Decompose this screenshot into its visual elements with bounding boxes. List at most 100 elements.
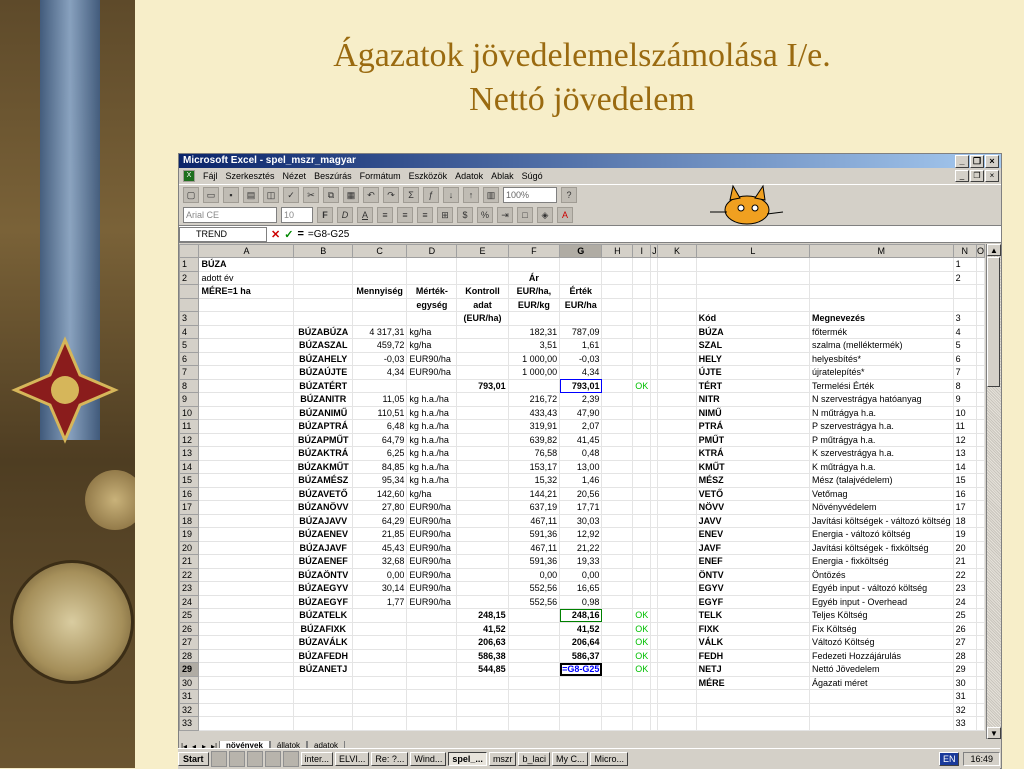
start-button[interactable]: Start xyxy=(178,752,209,766)
cell-i[interactable] xyxy=(632,325,652,339)
cell-o[interactable] xyxy=(976,554,986,569)
cell-e[interactable] xyxy=(456,352,509,366)
cell-b[interactable]: BÚZAKTRÁ xyxy=(293,446,353,461)
cell-h[interactable] xyxy=(601,608,634,623)
cell-i[interactable] xyxy=(632,595,652,609)
cell-e[interactable] xyxy=(456,338,509,353)
cell-d[interactable]: EUR90/ha xyxy=(406,581,458,596)
column-header-m[interactable]: M xyxy=(809,244,954,258)
cell-l[interactable]: BÚZA xyxy=(696,325,811,339)
cell-f[interactable]: 3,51 xyxy=(508,338,561,353)
cell-j[interactable] xyxy=(650,622,659,636)
menu-item-2[interactable]: Nézet xyxy=(283,171,307,181)
cell-k[interactable] xyxy=(657,311,697,326)
row-header[interactable]: 17 xyxy=(179,500,200,515)
cell-o[interactable] xyxy=(976,338,986,353)
cell-i[interactable] xyxy=(632,568,652,582)
cell-g[interactable]: 41,52 xyxy=(559,622,603,636)
cell-h[interactable] xyxy=(601,257,634,272)
row-header[interactable]: 2 xyxy=(179,270,200,285)
cell-c[interactable]: 21,85 xyxy=(352,527,408,542)
cell-e[interactable]: 248,15 xyxy=(456,608,509,623)
taskbar-button-8[interactable]: Micro... xyxy=(590,752,628,766)
cell-m[interactable]: N műtrágya h.a. xyxy=(809,406,954,420)
cell-j[interactable] xyxy=(650,311,659,326)
cell-m[interactable]: Egyéb input - változó költség xyxy=(809,581,954,596)
zoom-select[interactable]: 100% xyxy=(503,187,557,203)
taskbar-button-2[interactable]: Re: ?... xyxy=(371,752,409,766)
cell-j[interactable] xyxy=(650,487,659,501)
cell-l[interactable]: PTRÁ xyxy=(696,419,811,434)
cell-f[interactable]: 433,43 xyxy=(508,406,561,420)
cell-b[interactable] xyxy=(293,716,353,731)
cell-g[interactable] xyxy=(559,689,603,704)
cell-g[interactable]: 2,39 xyxy=(559,392,603,407)
cell-g[interactable]: 1,46 xyxy=(559,473,603,488)
row-header[interactable]: 5 xyxy=(179,338,200,353)
cell-d[interactable]: kg h.a./ha xyxy=(406,460,458,474)
name-box[interactable]: TREND xyxy=(179,226,267,242)
cell-i[interactable]: OK xyxy=(632,649,652,663)
function-icon[interactable]: ƒ xyxy=(423,187,439,203)
menu-item-0[interactable]: Fájl xyxy=(203,171,218,181)
column-header-h[interactable]: H xyxy=(601,244,634,258)
cell-c[interactable]: 110,51 xyxy=(352,406,408,420)
cell-h[interactable] xyxy=(601,554,634,569)
cell-b[interactable]: BÚZANETJ xyxy=(293,662,353,677)
cell-h[interactable] xyxy=(601,298,634,312)
cell-d[interactable]: egység xyxy=(406,298,458,312)
cell-n[interactable]: 24 xyxy=(953,595,977,609)
indent-icon[interactable]: ⇥ xyxy=(497,207,513,223)
cell-b[interactable]: BÚZAKMŰT xyxy=(293,460,353,474)
cell-c[interactable]: 6,25 xyxy=(352,446,408,461)
cell-i[interactable] xyxy=(632,703,652,717)
cell-l[interactable]: PMŰT xyxy=(696,433,811,447)
cell-j[interactable] xyxy=(650,433,659,447)
cell-b[interactable]: BÚZASZAL xyxy=(293,338,353,353)
cell-e[interactable] xyxy=(456,325,509,339)
cell-b[interactable]: BÚZAENEF xyxy=(293,554,353,569)
cell-g[interactable]: 41,45 xyxy=(559,433,603,447)
cell-l[interactable]: NIMŰ xyxy=(696,406,811,420)
quicklaunch-desktop-icon[interactable] xyxy=(210,751,227,767)
undo-icon[interactable]: ↶ xyxy=(363,187,379,203)
cell-d[interactable]: kg/ha xyxy=(406,487,458,501)
row-header[interactable]: 33 xyxy=(179,716,200,731)
row-header[interactable]: 4 xyxy=(179,324,200,339)
cell-g[interactable]: 16,65 xyxy=(559,581,603,596)
cell-g[interactable]: 2,07 xyxy=(559,419,603,434)
cell-i[interactable] xyxy=(632,460,652,474)
cell-e[interactable] xyxy=(456,419,509,434)
cell-j[interactable] xyxy=(650,554,659,569)
cell-l[interactable]: EGYF xyxy=(696,595,811,609)
cell-i[interactable] xyxy=(632,365,652,380)
cancel-formula-icon[interactable]: ✕ xyxy=(271,228,280,241)
bold-icon[interactable]: F xyxy=(317,207,333,223)
cell-h[interactable] xyxy=(601,662,634,677)
row-header[interactable]: 8 xyxy=(179,378,200,393)
cell-b[interactable]: BÚZATELK xyxy=(293,608,353,623)
cell-f[interactable]: 319,91 xyxy=(508,419,561,434)
menu-item-6[interactable]: Adatok xyxy=(455,171,483,181)
cell-e[interactable] xyxy=(456,473,509,488)
cell-n[interactable]: 26 xyxy=(953,622,977,636)
cell-l[interactable] xyxy=(696,271,811,285)
cell-j[interactable] xyxy=(650,514,659,528)
cell-l[interactable] xyxy=(696,716,811,731)
cell-n[interactable] xyxy=(953,298,977,312)
cell-o[interactable] xyxy=(976,406,986,420)
cell-m[interactable]: Termelési Érték xyxy=(809,379,954,393)
cell-m[interactable]: Öntözés xyxy=(809,568,954,582)
cell-b[interactable]: BÚZAÚJTE xyxy=(293,365,353,380)
cell-d[interactable] xyxy=(406,676,458,690)
cell-k[interactable] xyxy=(657,608,697,623)
underline-icon[interactable]: A xyxy=(357,207,373,223)
cell-k[interactable] xyxy=(657,514,697,528)
cell-d[interactable]: kg/ha xyxy=(406,325,458,339)
cell-l[interactable] xyxy=(696,298,811,312)
column-header-a[interactable]: A xyxy=(198,244,295,258)
cell-o[interactable] xyxy=(976,716,986,731)
cell-l[interactable]: VETŐ xyxy=(696,487,811,501)
taskbar-button-6[interactable]: b_laci xyxy=(518,752,550,766)
cell-o[interactable] xyxy=(976,352,986,366)
